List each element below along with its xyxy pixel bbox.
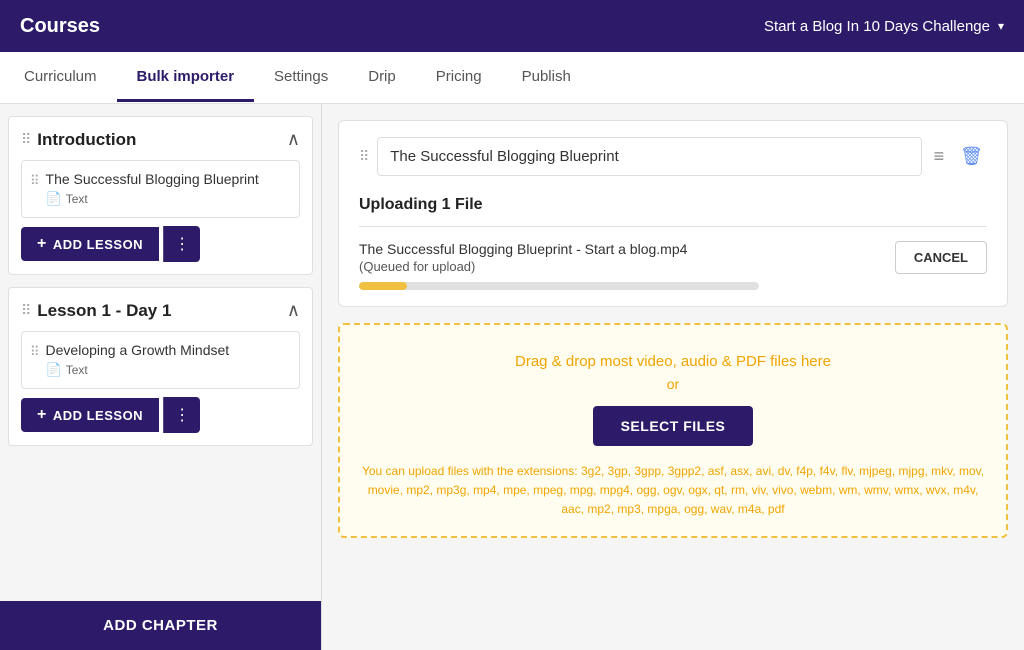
sidebar: ⠿ Introduction ∧ ⠿ The Successful Bloggi…: [0, 104, 322, 650]
chapter-lesson1: ⠿ Lesson 1 - Day 1 ∧ ⠿ Developing a Grow…: [8, 287, 313, 446]
lesson-type: 📄 Text: [46, 191, 289, 207]
main-layout: ⠿ Introduction ∧ ⠿ The Successful Bloggi…: [0, 104, 1024, 650]
progress-bar-background: [359, 282, 759, 290]
nav-tabs: Curriculum Bulk importer Settings Drip P…: [0, 52, 1024, 104]
file-info: The Successful Blogging Blueprint - Star…: [359, 241, 883, 290]
upload-divider: [359, 226, 987, 227]
document-icon[interactable]: ≡: [930, 142, 949, 171]
drag-handle-main-icon[interactable]: ⠿: [359, 148, 369, 165]
lesson-type-label: Text: [66, 363, 88, 377]
tab-pricing[interactable]: Pricing: [416, 54, 502, 102]
add-lesson-more-button-introduction[interactable]: ⋮: [163, 226, 200, 262]
file-name: The Successful Blogging Blueprint - Star…: [359, 241, 883, 257]
chapter-collapse-button-introduction[interactable]: ∧: [287, 129, 300, 150]
add-lesson-button-lesson1[interactable]: + ADD LESSON: [21, 398, 159, 432]
drop-zone[interactable]: Drag & drop most video, audio & PDF file…: [338, 323, 1008, 538]
drop-zone-text: Drag & drop most video, audio & PDF file…: [360, 353, 986, 370]
text-file-icon: 📄: [46, 362, 62, 378]
add-lesson-row-introduction: + ADD LESSON ⋮: [21, 226, 300, 262]
lesson-type: 📄 Text: [46, 362, 289, 378]
lesson-content: The Successful Blogging Blueprint 📄 Text: [46, 171, 289, 207]
course-chevron-icon: ▾: [998, 19, 1004, 33]
delete-icon[interactable]: 🗑: [956, 142, 987, 171]
course-selector[interactable]: Start a Blog In 10 Days Challenge ▾: [764, 18, 1004, 35]
text-file-icon: 📄: [46, 191, 62, 207]
lesson-input-row: ⠿ ≡ 🗑: [359, 137, 987, 176]
tab-settings[interactable]: Settings: [254, 54, 348, 102]
lesson-content: Developing a Growth Mindset 📄 Text: [46, 342, 289, 378]
lesson-name: Developing a Growth Mindset: [46, 342, 289, 358]
plus-icon: +: [37, 235, 47, 253]
file-status: (Queued for upload): [359, 259, 883, 274]
chapter-collapse-button-lesson1[interactable]: ∧: [287, 300, 300, 321]
main-content: ⠿ ≡ 🗑 Uploading 1 File The Successful Bl…: [322, 104, 1024, 650]
chapter-header-lesson1: ⠿ Lesson 1 - Day 1 ∧: [21, 300, 300, 321]
upload-section-title: Uploading 1 File: [359, 196, 987, 214]
lesson-drag-icon[interactable]: ⠿: [30, 344, 40, 360]
plus-icon: +: [37, 406, 47, 424]
file-upload-item: The Successful Blogging Blueprint - Star…: [359, 241, 987, 290]
lesson-title-input[interactable]: [377, 137, 921, 176]
progress-bar-fill: [359, 282, 407, 290]
drop-zone-or: or: [360, 376, 986, 392]
app-title: Courses: [20, 15, 100, 38]
lesson-type-label: Text: [66, 192, 88, 206]
chapter-title-lesson1: Lesson 1 - Day 1: [37, 301, 287, 321]
lesson-name: The Successful Blogging Blueprint: [46, 171, 289, 187]
tab-drip[interactable]: Drip: [348, 54, 416, 102]
chapter-drag-handle-icon[interactable]: ⠿: [21, 302, 31, 319]
list-item: ⠿ Developing a Growth Mindset 📄 Text: [21, 331, 300, 389]
add-lesson-more-button-lesson1[interactable]: ⋮: [163, 397, 200, 433]
list-item: ⠿ The Successful Blogging Blueprint 📄 Te…: [21, 160, 300, 218]
drop-zone-extensions: You can upload files with the extensions…: [360, 462, 986, 520]
upload-card: ⠿ ≡ 🗑 Uploading 1 File The Successful Bl…: [338, 120, 1008, 307]
lesson-drag-icon[interactable]: ⠿: [30, 173, 40, 189]
tab-bulk-importer[interactable]: Bulk importer: [117, 54, 255, 102]
chapter-introduction: ⠿ Introduction ∧ ⠿ The Successful Bloggi…: [8, 116, 313, 275]
tab-curriculum[interactable]: Curriculum: [4, 54, 117, 102]
add-lesson-button-introduction[interactable]: + ADD LESSON: [21, 227, 159, 261]
course-name: Start a Blog In 10 Days Challenge: [764, 18, 990, 35]
add-lesson-row-lesson1: + ADD LESSON ⋮: [21, 397, 300, 433]
tab-publish[interactable]: Publish: [502, 54, 591, 102]
select-files-button[interactable]: SELECT FILES: [593, 406, 754, 446]
chapter-header-introduction: ⠿ Introduction ∧: [21, 129, 300, 150]
app-header: Courses Start a Blog In 10 Days Challeng…: [0, 0, 1024, 52]
chapter-drag-handle-icon[interactable]: ⠿: [21, 131, 31, 148]
add-chapter-button[interactable]: ADD CHAPTER: [0, 601, 321, 650]
cancel-upload-button[interactable]: CANCEL: [895, 241, 987, 274]
chapter-title-introduction: Introduction: [37, 130, 287, 150]
